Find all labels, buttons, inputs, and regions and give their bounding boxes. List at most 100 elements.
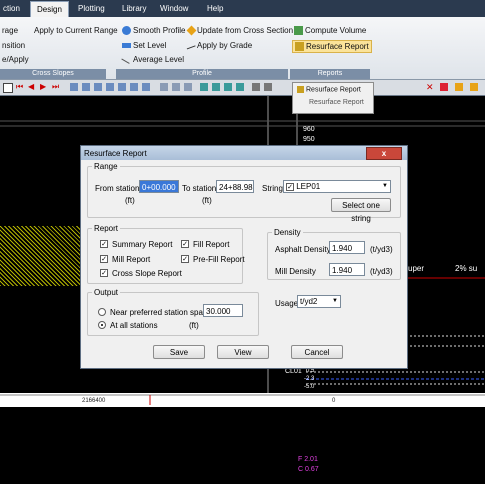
tool-icon-7[interactable]	[142, 83, 150, 91]
all-stations-radio[interactable]	[98, 321, 106, 329]
ribbon-item-apply[interactable]: e/Apply	[2, 55, 29, 64]
tool-icon-6[interactable]	[130, 83, 138, 91]
apply-grade-label: Apply by Grade	[197, 41, 253, 50]
spacing-unit: (ft)	[189, 321, 199, 330]
tool-icon-2[interactable]	[82, 83, 90, 91]
mill-report-checkbox[interactable]: ✓	[100, 255, 108, 263]
summary-report-checkbox[interactable]: ✓	[100, 240, 108, 248]
tool-icon-8[interactable]	[160, 83, 168, 91]
string-select-value: LEP01	[296, 182, 321, 191]
asphalt-density-input[interactable]: 1.940	[329, 241, 365, 254]
string-checkbox[interactable]: ✓	[286, 182, 294, 191]
tool-icon-1[interactable]	[70, 83, 78, 91]
prev-icon[interactable]: ◀	[28, 83, 36, 91]
set-level-button[interactable]: Set Level	[122, 41, 166, 50]
dialog-titlebar[interactable]: Resurface Report x	[81, 146, 407, 160]
tool-icon-5[interactable]	[118, 83, 126, 91]
average-level-button[interactable]: Average Level	[121, 55, 184, 65]
prefill-report-checkbox[interactable]: ✓	[181, 255, 189, 263]
tool-icon-12[interactable]	[212, 83, 220, 91]
spacing-input[interactable]: 30.000	[203, 304, 243, 317]
tool-icon-18[interactable]	[455, 83, 463, 91]
tool-icon-13[interactable]	[224, 83, 232, 91]
menu-item-resurface-report[interactable]: Resurface Report	[293, 83, 373, 96]
prefill-report-label: Pre-Fill Report	[193, 255, 245, 264]
group-label-reports: Reports	[290, 69, 370, 79]
value-label-neg-2-3: -2.3	[304, 376, 315, 382]
cross-slope-report-checkbox[interactable]: ✓	[100, 269, 108, 277]
grade-icon	[185, 42, 196, 50]
menu-tab-help[interactable]: Help	[207, 4, 223, 13]
menu-bar: ction Design Plotting Library Window Hel…	[0, 0, 485, 17]
cancel-button[interactable]: Cancel	[291, 345, 343, 359]
set-level-label: Set Level	[133, 41, 167, 50]
toolbar-dropdown[interactable]	[3, 83, 13, 93]
resurface-report-dialog: Resurface Report x Range From station 0+…	[80, 145, 408, 369]
compute-volume-button[interactable]: Compute Volume	[294, 26, 366, 36]
menu-tab-design[interactable]: Design	[30, 1, 69, 17]
menu-tab-plotting[interactable]: Plotting	[78, 4, 105, 13]
tool-icon-3[interactable]	[94, 83, 102, 91]
from-station-input[interactable]: 0+00.000	[139, 180, 179, 193]
ribbon-item-transition[interactable]: nsition	[2, 41, 25, 50]
from-station-unit: (ft)	[125, 196, 135, 205]
tool-icon-9[interactable]	[172, 83, 180, 91]
ruler-ticks	[0, 394, 485, 405]
lower-view[interactable]: F 2.01 C 0.67	[0, 408, 485, 484]
tool-icon-14[interactable]	[236, 83, 244, 91]
value-label-neg-5-0: -5.0	[304, 384, 315, 390]
mill-report-label: Mill Report	[112, 255, 151, 264]
chevron-down-icon: ▼	[382, 183, 388, 189]
summary-report-label: Summary Report	[112, 240, 173, 249]
last-icon[interactable]: ⏭	[52, 83, 60, 91]
mill-density-input[interactable]: 1.940	[329, 263, 365, 276]
toolbar: ⏮ ◀ ▶ ⏭ ✕	[0, 80, 485, 96]
usage-select[interactable]: t/yd2 ▼	[297, 295, 341, 308]
tool-icon-4[interactable]	[106, 83, 114, 91]
apply-by-grade-button[interactable]: Apply by Grade	[185, 41, 253, 50]
near-spacing-label: Near preferred station spacing	[110, 308, 218, 317]
percent-label: 2% su	[455, 264, 478, 273]
update-cross-section-button[interactable]: Update from Cross Section	[186, 25, 294, 36]
tool-icon-19[interactable]	[470, 83, 478, 91]
apply-current-range-button[interactable]: Apply to Current Range	[34, 26, 118, 35]
fill-report-label: Fill Report	[193, 240, 230, 249]
ruler-zero-label: 0	[332, 398, 336, 404]
station-label: 2166400	[82, 398, 106, 404]
ribbon-item-range[interactable]: rage	[2, 26, 18, 35]
tool-icon-16[interactable]	[264, 83, 272, 91]
tool-icon-15[interactable]	[252, 83, 260, 91]
menu-tab-section[interactable]: ction	[3, 4, 20, 13]
cl01-label: CL01	[285, 368, 302, 375]
smooth-profile-button[interactable]: Smooth Profile	[122, 26, 185, 36]
range-legend: Range	[94, 162, 118, 171]
update-cross-label: Update from Cross Section	[197, 26, 294, 35]
set-level-icon	[122, 43, 131, 49]
menu-item-resurface-report-desc: Resurface Report	[309, 99, 364, 107]
asphalt-density-unit: (t/yd3)	[370, 245, 393, 254]
from-station-label: From station	[95, 184, 140, 193]
menu-tab-library[interactable]: Library	[122, 4, 146, 13]
delete-icon[interactable]: ✕	[426, 83, 434, 92]
tool-icon-17[interactable]	[440, 83, 448, 91]
close-button[interactable]: x	[366, 147, 402, 160]
select-one-string-button[interactable]: Select one string	[331, 198, 391, 223]
next-icon[interactable]: ▶	[40, 83, 48, 91]
first-icon[interactable]: ⏮	[16, 83, 24, 91]
resurface-report-button[interactable]: Resurface Report	[292, 40, 372, 54]
string-select[interactable]: ✓ LEP01 ▼	[283, 180, 391, 193]
to-station-input[interactable]: 24+88.981	[216, 180, 254, 193]
average-level-icon	[121, 55, 132, 65]
near-spacing-radio[interactable]	[98, 308, 106, 316]
view-button[interactable]: View	[217, 345, 269, 359]
chevron-down-icon: ▼	[332, 298, 338, 304]
tool-icon-10[interactable]	[184, 83, 192, 91]
fill-report-checkbox[interactable]: ✓	[181, 240, 189, 248]
string-label: String	[262, 184, 283, 193]
compute-volume-icon	[294, 26, 303, 36]
tool-icon-11[interactable]	[200, 83, 208, 91]
menu-tab-window[interactable]: Window	[160, 4, 188, 13]
save-button[interactable]: Save	[153, 345, 205, 359]
station-ruler: 2166400 0	[0, 393, 485, 407]
super-label: uper	[408, 264, 425, 273]
